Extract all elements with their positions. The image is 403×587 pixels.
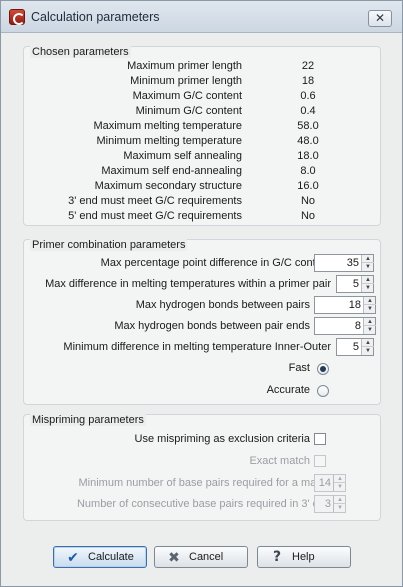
increment-arrow-icon[interactable]: ▲: [364, 297, 376, 305]
accurate-radio[interactable]: [317, 385, 329, 397]
use-exclusion-label: Use mispriming as exclusion criteria: [134, 433, 310, 445]
max-hbonds-pairs-label: Max hydrogen bonds between pairs: [135, 299, 310, 311]
max-gc-diff-value: 35: [346, 257, 359, 269]
min-tm-inner-outer-spinner[interactable]: 5 ▲ ▼: [336, 338, 374, 356]
mispriming-group: Mispriming parameters Use mispriming as …: [23, 414, 381, 521]
increment-arrow-icon[interactable]: ▲: [362, 339, 374, 347]
chosen-parameter-label: Maximum primer length: [127, 60, 242, 72]
chosen-parameter-value: 0.4: [300, 105, 316, 117]
chosen-parameter-label: Maximum self end-annealing: [101, 165, 242, 177]
chosen-parameter-label: Minimum melting temperature: [96, 135, 243, 147]
max-tm-diff-spinner[interactable]: 5 ▲ ▼: [336, 275, 374, 293]
decrement-arrow-icon[interactable]: ▼: [362, 347, 374, 355]
decrement-arrow-icon[interactable]: ▼: [334, 483, 346, 491]
increment-arrow-icon[interactable]: ▲: [334, 496, 346, 504]
min-tm-inner-outer-value: 5: [352, 341, 359, 353]
max-hbonds-pairs-value: 18: [348, 299, 361, 311]
decrement-arrow-icon[interactable]: ▼: [362, 284, 374, 292]
increment-arrow-icon[interactable]: ▲: [362, 276, 374, 284]
exact-match-label: Exact match: [249, 455, 310, 467]
chosen-parameters-title: Chosen parameters: [30, 46, 131, 58]
cancel-button-label: Cancel: [189, 551, 224, 563]
chosen-parameter-label: Maximum self annealing: [123, 150, 242, 162]
close-button[interactable]: ✕: [368, 10, 392, 27]
chosen-parameter-label: Maximum G/C content: [132, 90, 242, 102]
max-hbonds-ends-value: 8: [354, 320, 361, 332]
chosen-parameter-value: 16.0: [297, 180, 319, 192]
decrement-arrow-icon[interactable]: ▼: [364, 305, 376, 313]
min-base-pairs-spinner[interactable]: 14 ▲ ▼: [314, 474, 346, 492]
decrement-arrow-icon[interactable]: ▼: [364, 326, 376, 334]
min-base-pairs-label: Minimum number of base pairs required fo…: [78, 477, 332, 489]
consecutive-3end-label: Number of consecutive base pairs require…: [76, 498, 331, 510]
chosen-parameter-value: 0.6: [300, 90, 316, 102]
calculate-button-label: Calculate: [88, 551, 134, 563]
decrement-arrow-icon[interactable]: ▼: [334, 504, 346, 512]
chosen-parameter-label: Minimum G/C content: [135, 105, 242, 117]
calculate-button[interactable]: ✔ Calculate: [53, 546, 147, 568]
max-tm-diff-label: Max difference in melting temperatures w…: [45, 278, 331, 290]
chosen-parameter-value: 18.0: [297, 150, 319, 162]
chosen-parameters-group: Chosen parameters Maximum primer length 2…: [23, 46, 381, 226]
chosen-parameter-label: 3' end must meet G/C requirements: [68, 195, 242, 207]
chosen-parameter-label: Minimum primer length: [130, 75, 242, 87]
increment-arrow-icon[interactable]: ▲: [362, 255, 374, 263]
mispriming-title: Mispriming parameters: [30, 414, 146, 426]
chosen-parameter-value: 58.0: [297, 120, 319, 132]
calculation-parameters-dialog: Calculation parameters ✕ Chosen paramete…: [0, 0, 403, 587]
cancel-button[interactable]: ✖ Cancel: [154, 546, 248, 568]
chosen-parameter-value: No: [300, 195, 316, 207]
cross-icon: ✖: [168, 549, 180, 565]
chosen-parameter-value: 48.0: [297, 135, 319, 147]
primer-combination-group: Primer combination parameters Max percen…: [23, 239, 381, 405]
min-tm-inner-outer-label: Minimum difference in melting temperatur…: [63, 341, 331, 353]
chosen-parameter-value: 8.0: [300, 165, 316, 177]
title-bar[interactable]: Calculation parameters ✕: [1, 1, 402, 33]
max-hbonds-pairs-spinner[interactable]: 18 ▲ ▼: [314, 296, 376, 314]
chosen-parameter-value: 22: [301, 60, 315, 72]
chosen-parameter-value: 18: [301, 75, 315, 87]
chosen-parameter-label: 5' end must meet G/C requirements: [68, 210, 242, 222]
help-button[interactable]: ? Help: [257, 546, 351, 568]
checkmark-icon: ✔: [67, 549, 79, 565]
chosen-parameter-label: Maximum secondary structure: [94, 180, 242, 192]
accurate-label: Accurate: [266, 384, 310, 396]
fast-label: Fast: [288, 362, 310, 374]
chosen-parameter-label: Maximum melting temperature: [93, 120, 242, 132]
app-logo-icon: [9, 9, 25, 25]
help-button-label: Help: [292, 551, 315, 563]
window-title: Calculation parameters: [31, 10, 160, 24]
increment-arrow-icon[interactable]: ▲: [364, 318, 376, 326]
use-exclusion-checkbox[interactable]: [314, 433, 326, 445]
max-gc-diff-label: Max percentage point difference in G/C c…: [100, 257, 331, 269]
max-hbonds-ends-spinner[interactable]: 8 ▲ ▼: [314, 317, 376, 335]
max-gc-diff-spinner[interactable]: 35 ▲ ▼: [314, 254, 374, 272]
primer-combination-title: Primer combination parameters: [30, 239, 188, 251]
max-hbonds-ends-label: Max hydrogen bonds between pair ends: [114, 320, 310, 332]
exact-match-checkbox[interactable]: [314, 455, 326, 467]
consecutive-3end-value: 3: [324, 498, 331, 510]
consecutive-3end-spinner[interactable]: 3 ▲ ▼: [314, 495, 346, 513]
increment-arrow-icon[interactable]: ▲: [334, 475, 346, 483]
min-base-pairs-value: 14: [318, 477, 331, 489]
max-tm-diff-value: 5: [352, 278, 359, 290]
chosen-parameter-value: No: [300, 210, 316, 222]
question-icon: ?: [272, 549, 282, 565]
fast-radio[interactable]: [317, 363, 329, 375]
decrement-arrow-icon[interactable]: ▼: [362, 263, 374, 271]
